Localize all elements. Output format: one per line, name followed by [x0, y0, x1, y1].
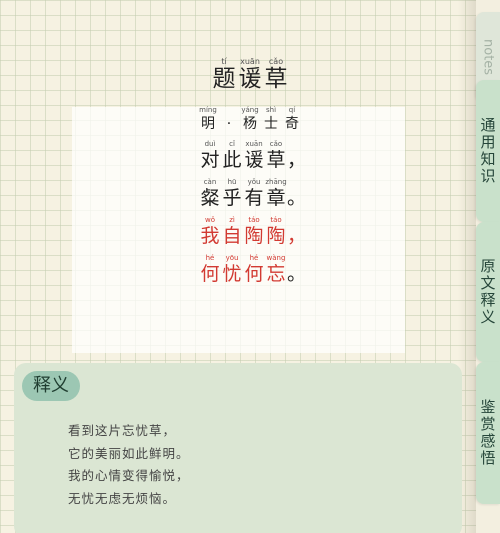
- pinyin: zì: [229, 216, 235, 224]
- hanzi: 谖: [244, 149, 264, 171]
- poem-char: càn 粲: [199, 178, 221, 209]
- hanzi: 有: [244, 187, 264, 209]
- tab-general-knowledge[interactable]: 通用知识: [476, 80, 500, 222]
- pinyin: yōu: [225, 254, 239, 262]
- hanzi: 粲: [200, 187, 220, 209]
- hanzi: 士: [264, 116, 278, 132]
- hanzi: 草: [264, 66, 288, 92]
- hanzi: 草: [266, 149, 286, 171]
- hanzi: 乎: [222, 187, 242, 209]
- meaning-tag: 释义: [22, 371, 80, 401]
- hanzi: 忧: [222, 263, 242, 285]
- pinyin: cǎo: [268, 57, 284, 66]
- pinyin: cǎo: [269, 140, 283, 148]
- poem-char: zhāng 章: [265, 178, 287, 209]
- tab-label: 通用知识: [478, 117, 497, 185]
- pinyin: míng: [199, 106, 217, 114]
- poem-char: wǒ 我: [199, 216, 221, 247]
- pinyin: yǒu: [247, 178, 261, 186]
- hanzi: 奇: [285, 116, 299, 132]
- title-char: xuān 谖: [237, 57, 263, 92]
- author-char: yáng 杨: [240, 106, 261, 133]
- hanzi: 陶: [266, 225, 286, 247]
- title-char: cǎo 草: [263, 57, 289, 92]
- punctuation: ，: [287, 149, 307, 171]
- meaning-line: 它的美丽如此鲜明。: [68, 445, 190, 461]
- tab-original-meaning[interactable]: 原文释义: [476, 222, 500, 362]
- tab-label: 鉴赏感悟: [478, 399, 497, 467]
- meaning-line: 我的心情变得愉悦，: [68, 468, 190, 483]
- pinyin: xuān: [240, 57, 260, 66]
- hanzi: ·: [226, 116, 232, 132]
- hanzi: 对: [200, 149, 220, 171]
- hanzi: 自: [222, 225, 242, 247]
- poem-char: yǒu 有: [243, 178, 265, 209]
- pinyin: hé: [249, 254, 259, 262]
- hanzi: 章: [266, 187, 286, 209]
- author-char: ·: [219, 106, 240, 133]
- punctuation: ，: [287, 225, 307, 247]
- pinyin: hé: [205, 254, 215, 262]
- poem-char: cǐ 此: [221, 140, 243, 171]
- punctuation: 。: [287, 263, 307, 285]
- poem-char: wàng 忘: [265, 254, 287, 285]
- poem-line-1: duì 对 cǐ 此 xuān 谖 cǎo 草 ，: [0, 140, 500, 171]
- pinyin: yáng: [241, 106, 259, 114]
- poem-char: yōu 忧: [221, 254, 243, 285]
- poem-line-4-highlighted: hé 何 yōu 忧 hé 何 wàng 忘 。: [0, 254, 500, 285]
- pinyin: wǒ: [204, 216, 215, 224]
- pinyin: duì: [204, 140, 216, 148]
- poem-char: táo 陶: [265, 216, 287, 247]
- tab-label: 原文释义: [478, 258, 497, 326]
- pinyin: táo: [270, 216, 282, 224]
- poem-char: táo 陶: [243, 216, 265, 247]
- poem-author: míng 明 · yáng 杨 shì 士 qí 奇: [0, 106, 500, 133]
- poem-char: hé 何: [243, 254, 265, 285]
- poem-char: xuān 谖: [243, 140, 265, 171]
- author-char: shì 士: [261, 106, 282, 133]
- hanzi: 我: [200, 225, 220, 247]
- hanzi: 何: [200, 263, 220, 285]
- pinyin: qí: [288, 106, 296, 114]
- poem-char: hū 乎: [221, 178, 243, 209]
- poem-line-3-highlighted: wǒ 我 zì 自 táo 陶 táo 陶 ，: [0, 216, 500, 247]
- title-char: tí 题: [211, 57, 237, 92]
- meaning-text: 看到这片忘忧草， 它的美丽如此鲜明。 我的心情变得愉悦， 无忧无虑无烦恼。: [68, 420, 190, 510]
- poem-title: tí 题 xuān 谖 cǎo 草: [0, 57, 500, 92]
- pinyin: tí: [221, 57, 227, 66]
- meaning-line: 看到这片忘忧草，: [68, 423, 177, 438]
- pinyin: shì: [265, 106, 277, 114]
- hanzi: 谖: [238, 66, 262, 92]
- pinyin: xuān: [245, 140, 263, 148]
- hanzi: 题: [212, 66, 236, 92]
- author-char: qí 奇: [282, 106, 303, 133]
- tab-appreciation[interactable]: 鉴赏感悟: [476, 362, 500, 504]
- meaning-line: 无忧无虑无烦恼。: [68, 490, 177, 506]
- pinyin: cǐ: [229, 140, 235, 148]
- poem-char: zì 自: [221, 216, 243, 247]
- hanzi: 杨: [243, 116, 257, 132]
- author-char: míng 明: [198, 106, 219, 133]
- hanzi: 明: [201, 116, 215, 132]
- hanzi: 陶: [244, 225, 264, 247]
- poem-char: hé 何: [199, 254, 221, 285]
- poem-char: cǎo 草: [265, 140, 287, 171]
- punctuation: 。: [287, 187, 307, 209]
- pinyin: hū: [227, 178, 237, 186]
- pinyin: táo: [248, 216, 260, 224]
- hanzi: 此: [222, 149, 242, 171]
- hanzi: 忘: [266, 263, 286, 285]
- hanzi: 何: [244, 263, 264, 285]
- tab-label: notes: [480, 38, 496, 76]
- pinyin: càn: [203, 178, 217, 186]
- poem-char: duì 对: [199, 140, 221, 171]
- poem-line-2: càn 粲 hū 乎 yǒu 有 zhāng 章 。: [0, 178, 500, 209]
- pinyin: zhāng: [265, 178, 287, 186]
- pinyin: wàng: [266, 254, 286, 262]
